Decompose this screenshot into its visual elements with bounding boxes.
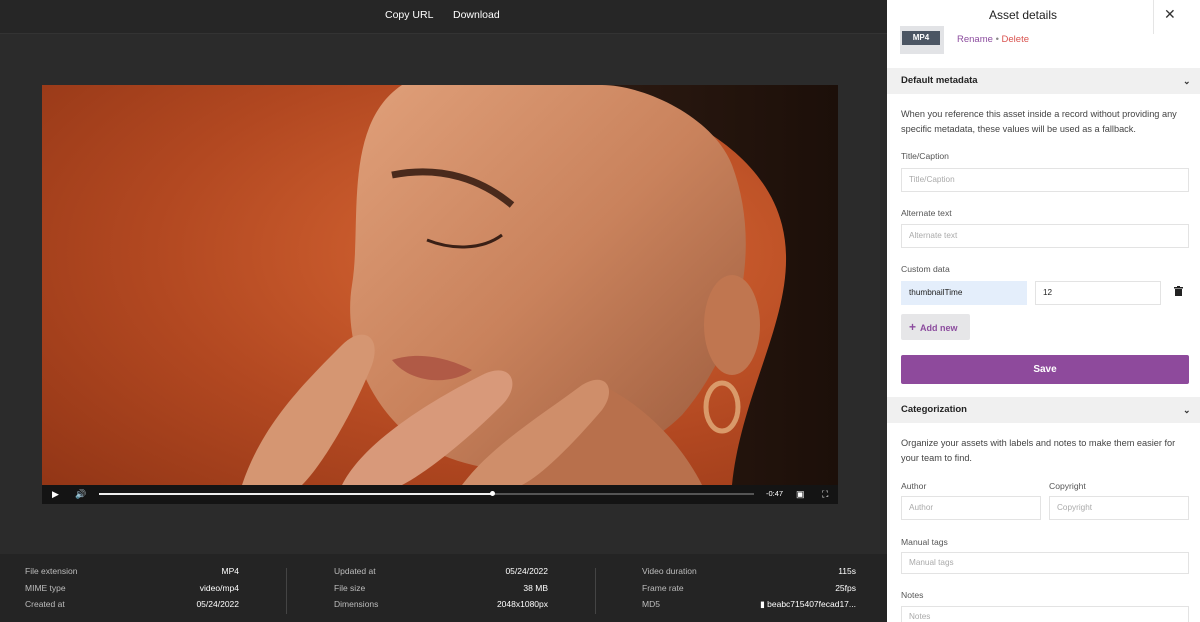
- seek-bar[interactable]: [99, 491, 754, 496]
- add-new-button[interactable]: + Add new: [901, 314, 970, 340]
- info-row: Created at 05/24/2022: [25, 599, 239, 616]
- trash-icon[interactable]: [1174, 286, 1183, 296]
- fullscreen-icon[interactable]: ⛶: [822, 488, 828, 501]
- info-row: Dimensions 2048x1080px: [334, 599, 548, 616]
- info-value: 05/24/2022: [196, 599, 239, 609]
- file-type-badge: MP4: [902, 31, 940, 45]
- categorization-header[interactable]: Categorization ⌄: [887, 397, 1200, 423]
- notes-label: Notes: [901, 590, 924, 600]
- custom-data-key-input[interactable]: thumbnailTime: [901, 281, 1027, 305]
- close-icon[interactable]: ✕: [1164, 6, 1176, 23]
- add-new-label: Add new: [920, 323, 958, 333]
- info-row: Updated at 05/24/2022: [334, 566, 548, 583]
- divider: [595, 568, 596, 614]
- viewer-toolbar: Copy URL Download: [0, 0, 887, 34]
- time-remaining: -0:47: [766, 489, 784, 498]
- divider: [1153, 0, 1154, 34]
- info-label: Frame rate: [642, 582, 684, 593]
- info-label: Dimensions: [334, 599, 379, 609]
- alternate-text-label: Alternate text: [901, 208, 952, 218]
- file-info-bar: File extension MP4 MIME type video/mp4 Cre…: [0, 554, 887, 622]
- info-label: Updated at: [334, 566, 376, 576]
- section-title: Default metadata: [901, 75, 978, 86]
- info-value: video/mp4: [199, 582, 239, 593]
- info-value: 38 MB: [523, 582, 548, 593]
- divider: [286, 568, 287, 614]
- manual-tags-input[interactable]: Manual tags: [901, 552, 1189, 574]
- notes-input[interactable]: Notes: [901, 606, 1189, 622]
- info-value: 115s: [838, 566, 856, 576]
- delete-link[interactable]: Delete: [1002, 34, 1029, 45]
- author-input[interactable]: Author: [901, 496, 1041, 520]
- info-row: Frame rate 25fps: [642, 583, 856, 600]
- plus-icon: +: [909, 320, 917, 334]
- picture-in-picture-icon[interactable]: ▣: [796, 488, 805, 501]
- info-row: File extension MP4: [25, 566, 239, 583]
- default-metadata-header[interactable]: Default metadata ⌄: [887, 68, 1200, 94]
- info-label: MD5: [642, 599, 660, 609]
- media-viewer: Copy URL Download ▶ 🔊 -0:47 ▣ ⛶ File ext…: [0, 0, 887, 622]
- section-title: Categorization: [901, 404, 967, 415]
- custom-data-value-input[interactable]: 12: [1035, 281, 1161, 305]
- info-label: File extension: [25, 566, 78, 576]
- seek-bar-handle[interactable]: [490, 491, 495, 496]
- copyright-label: Copyright: [1049, 481, 1086, 491]
- asset-thumbnail: MP4: [900, 26, 944, 54]
- separator: •: [995, 34, 999, 45]
- file-info-column-1: File extension MP4 MIME type video/mp4 Cre…: [25, 566, 239, 616]
- file-info-column-2: Updated at 05/24/2022 File size 38 MB Dime…: [334, 566, 548, 616]
- custom-data-label: Custom data: [901, 264, 950, 274]
- video-controls: ▶ 🔊 -0:47 ▣ ⛶: [42, 485, 838, 504]
- title-caption-label: Title/Caption: [901, 151, 949, 161]
- asset-actions: Rename • Delete: [957, 34, 1029, 45]
- info-label: File size: [334, 582, 366, 593]
- seek-bar-fill: [99, 493, 492, 495]
- asset-details-panel: Asset details ✕ MP4 Rename • Delete Defa…: [887, 0, 1200, 622]
- info-row: MIME type video/mp4: [25, 583, 239, 600]
- info-value: MP4: [221, 566, 239, 576]
- info-label: Created at: [25, 599, 65, 609]
- title-caption-input[interactable]: Title/Caption: [901, 168, 1189, 192]
- copyright-input[interactable]: Copyright: [1049, 496, 1189, 520]
- play-icon[interactable]: ▶: [52, 488, 59, 501]
- copy-url-button[interactable]: Copy URL: [385, 9, 433, 21]
- info-row: MD5 ▮ beabc715407fecad17...: [642, 599, 856, 616]
- info-row: Video duration 115s: [642, 566, 856, 583]
- chevron-down-icon[interactable]: ⌄: [1183, 397, 1191, 423]
- info-row: File size 38 MB: [334, 583, 548, 600]
- info-value: 2048x1080px: [496, 599, 548, 609]
- categorization-help: Organize your assets with labels and not…: [901, 438, 1176, 463]
- file-info-column-3: Video duration 115s Frame rate 25fps MD5 ▮ …: [642, 566, 856, 616]
- download-button[interactable]: Download: [453, 9, 500, 21]
- video-frame-image: [242, 85, 838, 485]
- info-value: 25fps: [835, 582, 856, 593]
- manual-tags-label: Manual tags: [901, 537, 948, 547]
- md5-text: beabc715407fecad17...: [767, 599, 856, 609]
- default-metadata-help: When you reference this asset inside a r…: [901, 109, 1177, 134]
- save-button[interactable]: Save: [901, 355, 1189, 384]
- info-value: 05/24/2022: [505, 566, 548, 576]
- info-label: Video duration: [642, 566, 697, 576]
- author-label: Author: [901, 481, 927, 491]
- info-label: MIME type: [25, 582, 66, 593]
- rename-link[interactable]: Rename: [957, 34, 993, 45]
- chevron-down-icon[interactable]: ⌄: [1183, 68, 1191, 94]
- video-player[interactable]: ▶ 🔊 -0:47 ▣ ⛶: [42, 85, 838, 504]
- panel-title: Asset details: [988, 8, 1058, 22]
- volume-icon[interactable]: 🔊: [75, 488, 86, 501]
- md5-value[interactable]: ▮ beabc715407fecad17...: [760, 599, 856, 610]
- alternate-text-input[interactable]: Alternate text: [901, 224, 1189, 248]
